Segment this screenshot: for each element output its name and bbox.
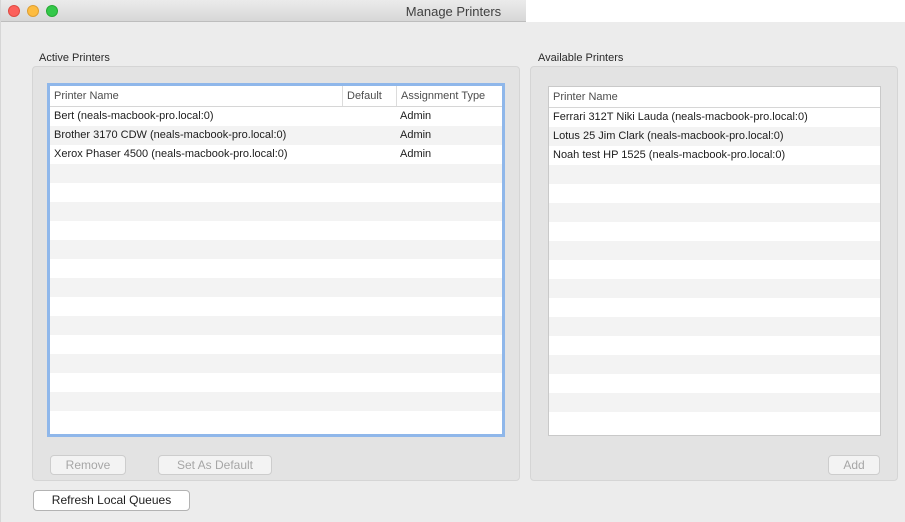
table-row <box>549 165 880 184</box>
printer-name-cell: Bert (neals-macbook-pro.local:0) <box>54 110 214 122</box>
table-row[interactable]: Brother 3170 CDW (neals-macbook-pro.loca… <box>50 126 502 145</box>
column-header-assignment-type[interactable]: Assignment Type <box>396 86 502 106</box>
table-row <box>549 260 880 279</box>
table-row <box>50 373 502 392</box>
available-printers-label: Available Printers <box>538 52 624 64</box>
active-printers-header: Printer Name Default Assignment Type <box>50 86 502 107</box>
table-row <box>50 316 502 335</box>
table-row <box>50 411 502 430</box>
available-printers-group: Printer Name Ferrari 312T Niki Lauda (ne… <box>530 66 898 481</box>
table-row[interactable]: Noah test HP 1525 (neals-macbook-pro.loc… <box>549 146 880 165</box>
table-row <box>549 374 880 393</box>
table-row <box>50 297 502 316</box>
table-row <box>50 278 502 297</box>
assignment-type-cell: Admin <box>400 148 432 160</box>
printer-name-cell: Brother 3170 CDW (neals-macbook-pro.loca… <box>54 129 287 141</box>
table-row <box>549 222 880 241</box>
table-row[interactable]: Ferrari 312T Niki Lauda (neals-macbook-p… <box>549 108 880 127</box>
active-printers-group: Printer Name Default Assignment Type Ber… <box>32 66 520 481</box>
refresh-local-queues-button[interactable]: Refresh Local Queues <box>33 490 190 511</box>
default-cell <box>342 145 394 164</box>
table-row <box>549 279 880 298</box>
available-printers-table[interactable]: Printer Name Ferrari 312T Niki Lauda (ne… <box>548 86 881 436</box>
set-as-default-button[interactable]: Set As Default <box>158 455 272 475</box>
table-row <box>549 412 880 431</box>
table-row <box>549 184 880 203</box>
column-header-printer-name[interactable]: Printer Name <box>549 87 880 107</box>
column-header-printer-name[interactable]: Printer Name <box>50 86 342 106</box>
table-row <box>50 202 502 221</box>
remove-button[interactable]: Remove <box>50 455 126 475</box>
table-row <box>549 317 880 336</box>
table-row <box>50 392 502 411</box>
assignment-type-cell: Admin <box>400 110 432 122</box>
table-row[interactable]: Xerox Phaser 4500 (neals-macbook-pro.loc… <box>50 145 502 164</box>
available-printers-rows: Ferrari 312T Niki Lauda (neals-macbook-p… <box>549 108 880 431</box>
table-row[interactable]: Bert (neals-macbook-pro.local:0) Admin <box>50 107 502 126</box>
table-row <box>50 354 502 373</box>
default-cell <box>342 107 394 126</box>
printer-name-cell: Ferrari 312T Niki Lauda (neals-macbook-p… <box>553 111 808 123</box>
table-row <box>50 240 502 259</box>
active-printers-rows: Bert (neals-macbook-pro.local:0) Admin Bro… <box>50 107 502 430</box>
table-row <box>50 259 502 278</box>
table-row <box>50 221 502 240</box>
table-row <box>549 393 880 412</box>
table-row <box>549 336 880 355</box>
assignment-type-cell: Admin <box>400 129 432 141</box>
printer-name-cell: Xerox Phaser 4500 (neals-macbook-pro.loc… <box>54 148 288 160</box>
table-row <box>549 355 880 374</box>
table-row[interactable]: Lotus 25 Jim Clark (neals-macbook-pro.lo… <box>549 127 880 146</box>
table-row <box>50 335 502 354</box>
available-printers-header: Printer Name <box>549 87 880 108</box>
printer-name-cell: Lotus 25 Jim Clark (neals-macbook-pro.lo… <box>553 130 784 142</box>
title-bar: Manage Printers <box>1 0 905 22</box>
printer-name-cell: Noah test HP 1525 (neals-macbook-pro.loc… <box>553 149 786 161</box>
window-title: Manage Printers <box>405 4 502 19</box>
manage-printers-window: Manage Printers Active Printers Printer … <box>0 0 905 522</box>
active-printers-table[interactable]: Printer Name Default Assignment Type Ber… <box>47 83 505 437</box>
table-row <box>50 164 502 183</box>
active-printers-label: Active Printers <box>39 52 110 64</box>
table-row <box>549 241 880 260</box>
table-row <box>50 183 502 202</box>
default-cell <box>342 126 394 145</box>
table-row <box>549 203 880 222</box>
table-row <box>549 298 880 317</box>
add-button[interactable]: Add <box>828 455 880 475</box>
column-header-default[interactable]: Default <box>342 86 392 106</box>
